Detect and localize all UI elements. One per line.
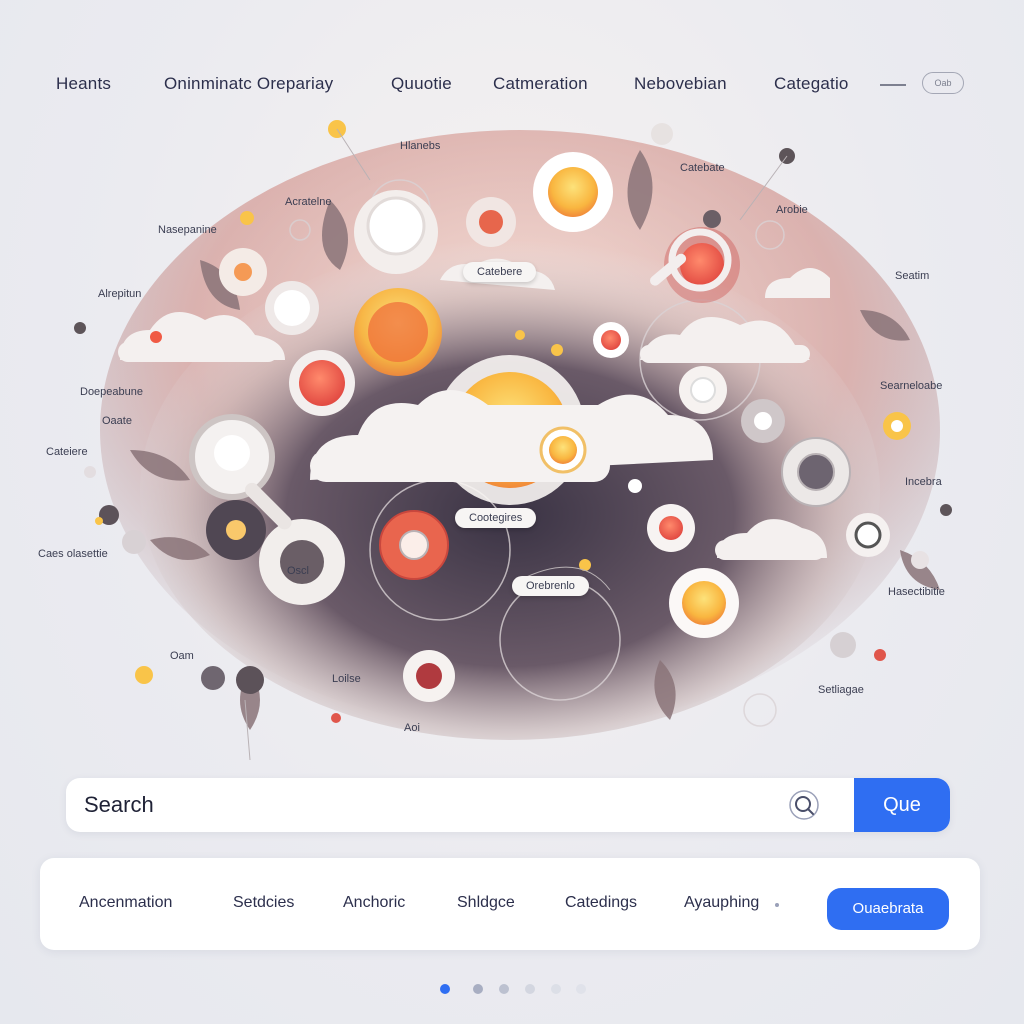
illustration-graphic [74,120,952,761]
illo-label-1: Hlanebs [400,140,441,152]
category-panel: Ancenmation Setdcies Anchoric Shldgce Ca… [40,858,980,950]
illo-label-16: Oam [170,650,194,662]
nav-divider-line [880,84,906,86]
nav-item-oninminatc[interactable]: Oninminatc Orepariay [164,74,333,94]
illo-label-17: Loilse [332,673,361,685]
search-input[interactable] [66,778,854,832]
nav-item-categatio[interactable]: Categatio [774,74,849,94]
page-dot-3[interactable] [499,984,509,994]
category-ancenmation[interactable]: Ancenmation [79,894,172,912]
search-icon[interactable] [788,789,820,821]
illo-label-14: Caes olasettie [38,548,108,560]
nav-toggle-pill[interactable]: Oab [922,72,964,94]
nav-item-nebovebian[interactable]: Nebovebian [634,74,727,94]
page-dot-2[interactable] [473,984,483,994]
category-setdcies[interactable]: Setdcies [233,894,294,912]
illo-pill-label-orebrenlo: Orebrenlo [512,576,589,596]
search-button[interactable]: Que [854,778,950,832]
hero-illustration: Hlanebs Catebate Acratelne Arobie Nasepa… [0,110,1024,770]
illo-label-5: Nasepanine [158,224,217,236]
illo-pill-label-cootegires: Cootegires [455,508,537,528]
page-dot-5[interactable] [551,984,561,994]
top-navigation: Heants Oninminatc Orepariay Quuotie Catm… [0,60,1024,108]
search-bar: Que [66,778,950,832]
category-action-button[interactable]: Ouaebrata [827,888,949,930]
illo-pill-label-catebere: Catebere [463,262,537,282]
illo-label-3: Acratelne [285,196,332,208]
category-catedings[interactable]: Catedings [565,894,637,912]
page-dot-1[interactable] [440,984,450,994]
illo-label-18: Aoi [404,722,420,734]
nav-item-heants[interactable]: Heants [56,74,111,94]
illo-label-22: Oscl [287,565,309,577]
category-dot [775,903,779,907]
illo-label-19: Setliagae [818,684,864,696]
illo-label-11: Oaate [102,415,132,427]
illo-label-15: Hasectibitie [888,586,945,598]
illo-label-12: Cateiere [46,446,88,458]
illo-label-6: Seatim [895,270,930,282]
illo-label-4: Arobie [776,204,808,216]
illo-label-2: Catebate [680,162,725,174]
category-ayauphing[interactable]: Ayauphing [684,894,759,912]
page-dot-6[interactable] [576,984,586,994]
illo-label-9: Doepeabune [80,386,144,398]
illo-label-13: Incebra [905,476,942,488]
illo-label-10: Searneloabe [880,380,943,392]
nav-item-quuotie[interactable]: Quuotie [391,74,452,94]
category-shldgce[interactable]: Shldgce [457,894,515,912]
category-anchoric[interactable]: Anchoric [343,894,405,912]
nav-item-catmeration[interactable]: Catmeration [493,74,588,94]
illo-label-7: Alrepitun [98,288,142,300]
pagination-dots [0,984,1024,996]
page-dot-4[interactable] [525,984,535,994]
